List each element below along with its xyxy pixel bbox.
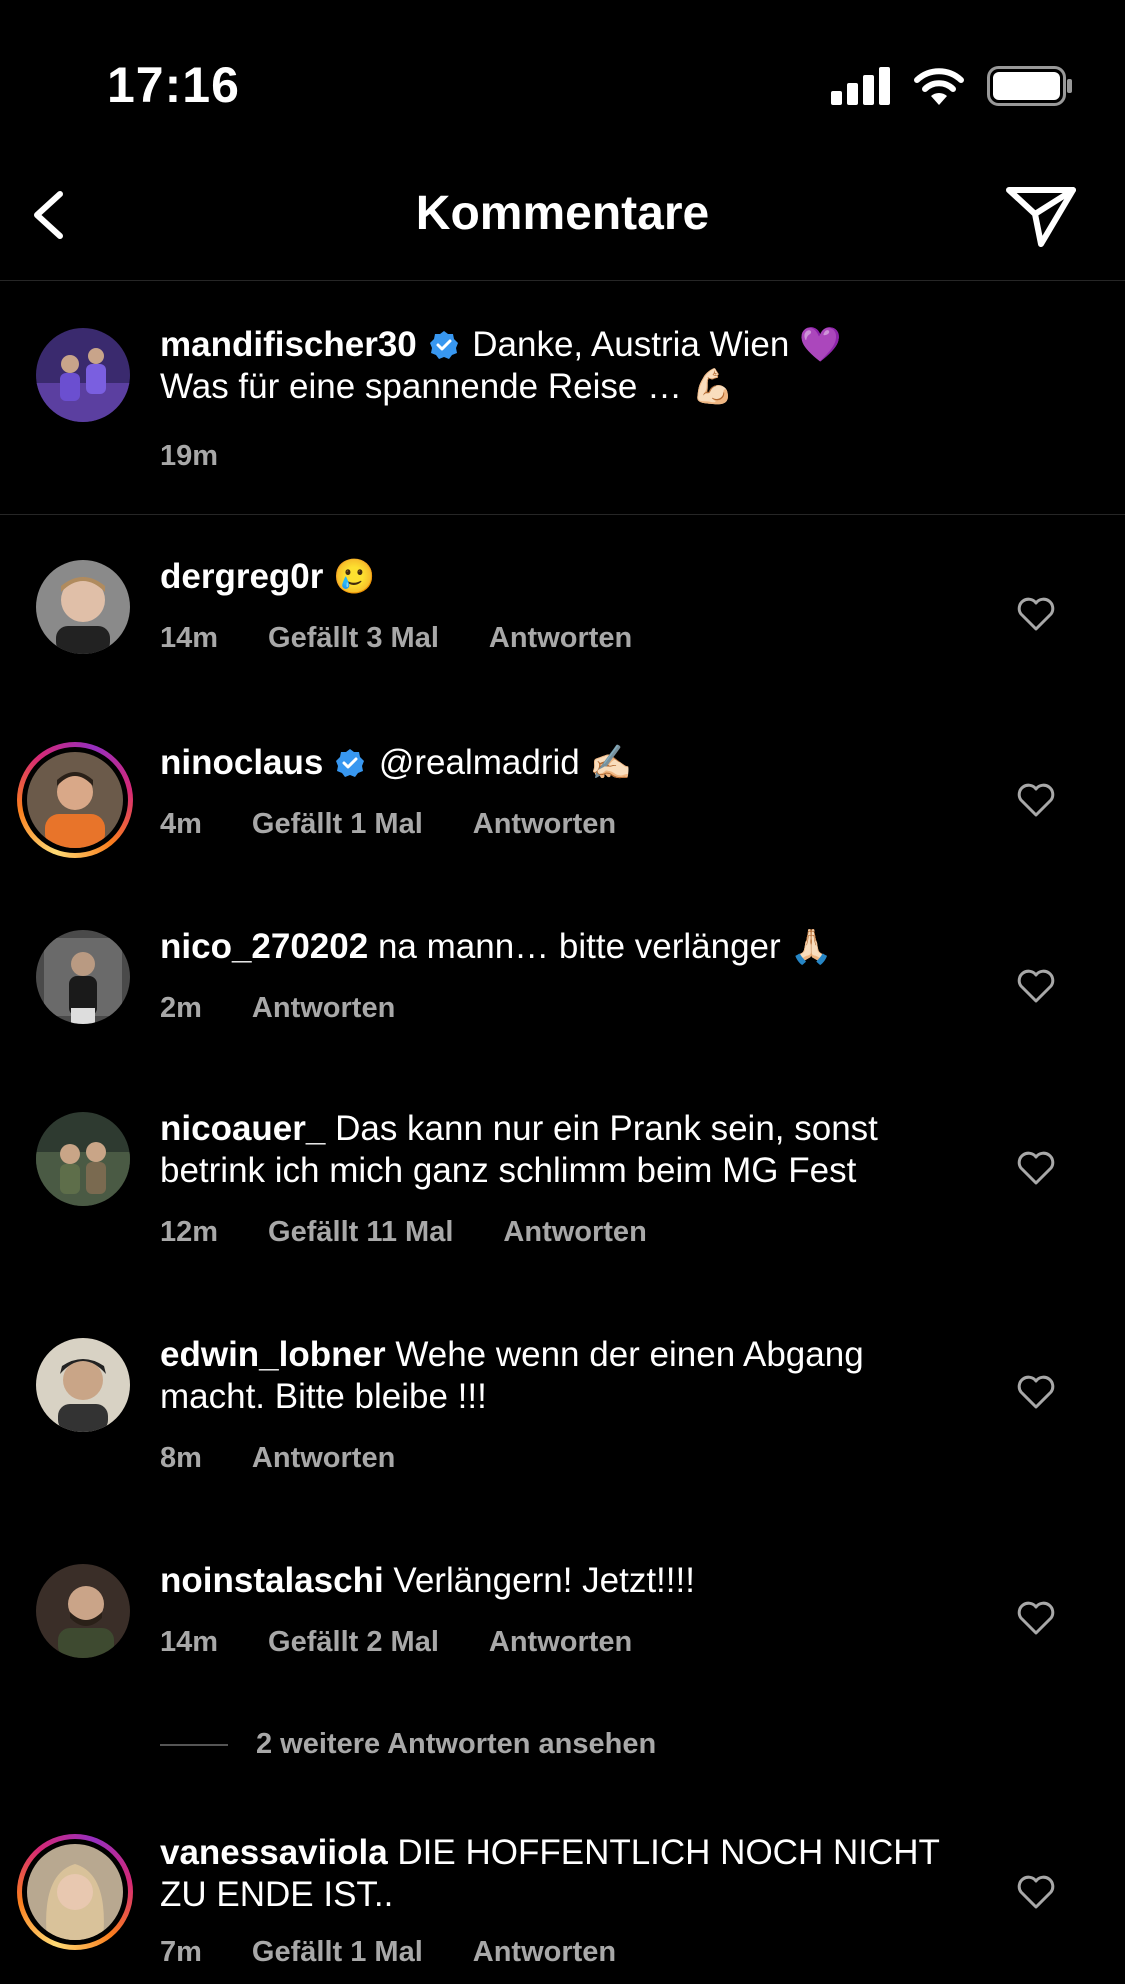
flexed-biceps-emoji: 💪🏻 xyxy=(691,367,735,407)
avatar[interactable] xyxy=(36,328,130,422)
story-ring[interactable] xyxy=(17,1834,133,1950)
avatar[interactable] xyxy=(36,560,130,654)
comment-username[interactable]: nicoauer_ xyxy=(160,1109,325,1148)
like-heart-icon[interactable] xyxy=(1016,1600,1056,1636)
comment-time: 2m xyxy=(160,992,202,1024)
like-heart-icon[interactable] xyxy=(1016,782,1056,818)
caption-username[interactable]: mandifischer30 xyxy=(160,325,417,364)
like-heart-icon[interactable] xyxy=(1016,968,1056,1004)
caption-meta: 19m xyxy=(160,440,218,473)
caption-time: 19m xyxy=(160,440,219,472)
caption-text: mandifischer30 Danke, Austria Wien 💜 Was… xyxy=(160,324,940,408)
like-heart-icon[interactable] xyxy=(1016,1150,1056,1186)
avatar[interactable] xyxy=(36,930,130,1024)
comment-emoji: ✍🏻 xyxy=(589,743,632,783)
battery-icon xyxy=(987,66,1072,106)
comment-likes[interactable]: Gefällt 3 Mal xyxy=(268,622,439,655)
comment-body: na mann… bitte verlänger xyxy=(377,927,781,966)
comment-emoji: 🙏🏻 xyxy=(790,927,833,967)
comment-time: 12m xyxy=(160,1216,219,1248)
cellular-signal-icon xyxy=(831,67,890,105)
comment-text: noinstalaschi Verlängern! Jetzt!!!! xyxy=(160,1560,940,1602)
send-paper-plane-icon[interactable] xyxy=(1001,180,1081,250)
status-bar: 17:16 xyxy=(0,0,1125,150)
reply-button[interactable]: Antworten xyxy=(489,1626,632,1659)
status-time: 17:16 xyxy=(107,57,240,113)
like-heart-icon[interactable] xyxy=(1016,596,1056,632)
comment-username[interactable]: ninoclaus xyxy=(160,743,323,782)
comment-meta: 14m Gefällt 2 Mal Antworten xyxy=(160,1626,632,1659)
verified-badge-icon xyxy=(336,749,365,777)
comment-text: dergreg0r 🥲 xyxy=(160,556,940,598)
comment-meta: 14m Gefällt 3 Mal Antworten xyxy=(160,622,632,655)
wifi-icon xyxy=(914,68,964,105)
caption-line1: Danke, Austria Wien xyxy=(472,325,790,364)
nav-header: Kommentare xyxy=(0,150,1125,281)
reply-button[interactable]: Antworten xyxy=(252,1442,395,1475)
comment-likes[interactable]: Gefällt 2 Mal xyxy=(268,1626,439,1659)
comment-text: ninoclaus @realmadrid ✍🏻 xyxy=(160,742,940,784)
avatar xyxy=(27,752,123,848)
page-title: Kommentare xyxy=(415,187,710,240)
comment-likes[interactable]: Gefällt 1 Mal xyxy=(252,808,423,841)
comment-meta: 4m Gefällt 1 Mal Antworten xyxy=(160,808,616,841)
avatar[interactable] xyxy=(36,1112,130,1206)
comment-text: vanessaviiola DIE HOFFENTLICH NOCH NICHT… xyxy=(160,1832,940,1916)
reply-button[interactable]: Antworten xyxy=(473,808,616,841)
comment-likes[interactable]: Gefällt 11 Mal xyxy=(268,1216,453,1249)
comment-emoji: 🥲 xyxy=(333,557,376,597)
comment-meta: 12m Gefällt 11 Mal Antworten xyxy=(160,1216,647,1249)
avatar xyxy=(27,1844,123,1940)
comment-username[interactable]: noinstalaschi xyxy=(160,1561,384,1600)
comment-body[interactable]: @realmadrid xyxy=(379,743,580,782)
comment-body: Verlängern! Jetzt!!!! xyxy=(393,1561,695,1600)
reply-button[interactable]: Antworten xyxy=(503,1216,646,1249)
comment-meta: 7m Gefällt 1 Mal Antworten xyxy=(160,1936,616,1969)
reply-button[interactable]: Antworten xyxy=(252,992,395,1025)
view-more-replies-button[interactable]: 2 weitere Antworten ansehen xyxy=(160,1728,656,1761)
replies-divider-line xyxy=(160,1743,228,1746)
comment-username[interactable]: dergreg0r xyxy=(160,557,323,596)
comment-username[interactable]: nico_270202 xyxy=(160,927,368,966)
verified-badge-icon xyxy=(429,331,458,359)
reply-button[interactable]: Antworten xyxy=(489,622,632,655)
comment-text: edwin_lobner Wehe wenn der einen Abgang … xyxy=(160,1334,940,1418)
comment-meta: 2m Antworten xyxy=(160,992,395,1025)
comment-time: 4m xyxy=(160,808,202,840)
comment-text: nico_270202 na mann… bitte verlänger 🙏🏻 xyxy=(160,926,940,968)
comment-likes[interactable]: Gefällt 1 Mal xyxy=(252,1936,423,1969)
comment-time: 14m xyxy=(160,622,219,654)
story-ring[interactable] xyxy=(17,742,133,858)
purple-heart-emoji: 💜 xyxy=(799,325,842,365)
view-more-replies-label: 2 weitere Antworten ansehen xyxy=(256,1728,657,1760)
comment-time: 14m xyxy=(160,1626,219,1658)
comment-meta: 8m Antworten xyxy=(160,1442,395,1475)
post-caption: mandifischer30 Danke, Austria Wien 💜 Was… xyxy=(0,282,1125,515)
comment-time: 7m xyxy=(160,1936,202,1968)
like-heart-icon[interactable] xyxy=(1016,1374,1056,1410)
like-heart-icon[interactable] xyxy=(1016,1874,1056,1910)
comment-text: nicoauer_ Das kann nur ein Prank sein, s… xyxy=(160,1108,940,1192)
caption-line2: Was für eine spannende Reise … xyxy=(160,367,683,406)
comment-time: 8m xyxy=(160,1442,202,1474)
comment-username[interactable]: edwin_lobner xyxy=(160,1335,386,1374)
status-icons xyxy=(831,66,1073,106)
avatar[interactable] xyxy=(36,1564,130,1658)
comment-username[interactable]: vanessaviiola xyxy=(160,1833,388,1872)
avatar[interactable] xyxy=(36,1338,130,1432)
reply-button[interactable]: Antworten xyxy=(473,1936,616,1969)
